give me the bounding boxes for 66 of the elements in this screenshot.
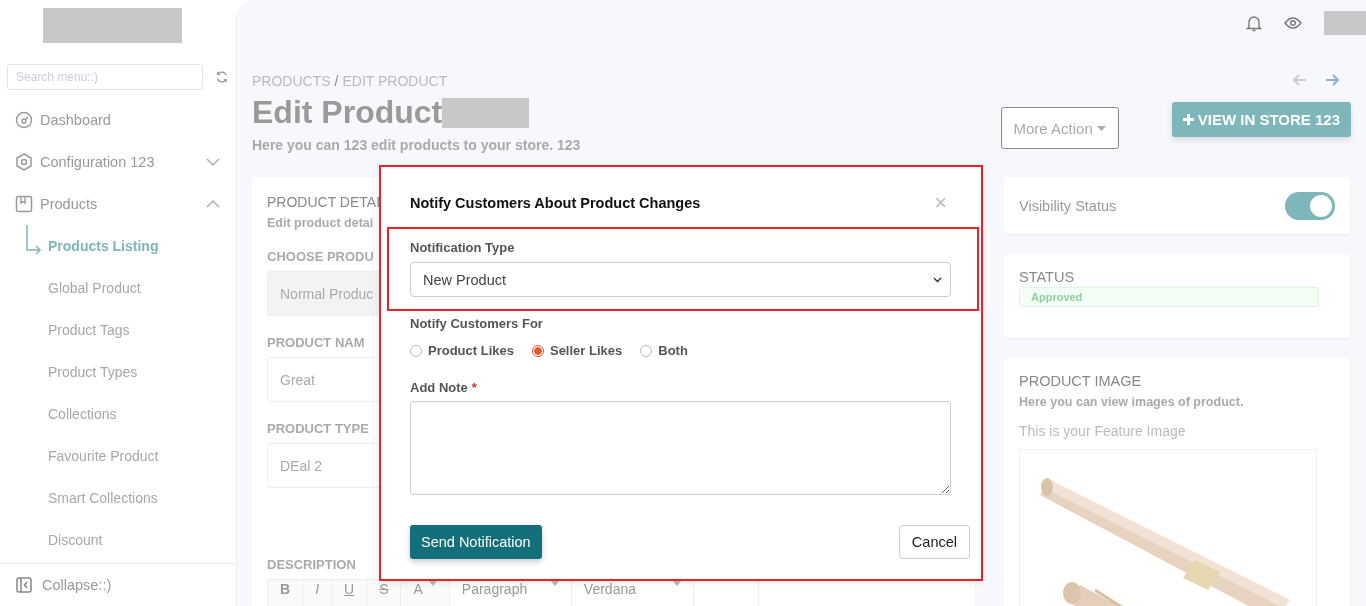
section-title: PRODUCT IMAGE [1019,373,1143,389]
breadcrumb-link[interactable]: PRODUCTS [252,73,331,89]
image-caption: This is your Feature Image [1019,423,1187,439]
back-arrow-icon[interactable] [1293,74,1307,86]
redacted-block [1324,10,1366,35]
field-label: DESCRIPTION [267,557,356,572]
nav-item[interactable]: Dashboard [0,99,236,141]
field-label: Notification Type [410,240,516,255]
submenu-item[interactable]: Products Listing [0,225,236,267]
field-label: Add Note [410,380,468,395]
radio-option[interactable]: Seller Likes [531,343,623,358]
caret-icon [550,581,559,586]
bookmark-icon [15,195,33,213]
submenu-item[interactable]: Smart Collections [0,477,236,519]
view-in-store-button[interactable]: VIEW IN STORE 123 [1171,102,1351,137]
nav-item[interactable]: Products [0,183,236,225]
submenu-item[interactable]: Collections [0,393,236,435]
field-label: PRODUCT TYPE [267,421,369,436]
toolbar-button[interactable]: B [268,580,304,606]
radio-option[interactable]: Product Likes [410,343,514,358]
plus-icon [1182,114,1194,125]
note-textarea[interactable] [410,401,951,495]
radio-option[interactable]: Both [640,343,688,358]
section-title: STATUS [1019,269,1076,285]
bell-icon[interactable] [1246,13,1262,32]
required-mark: * [471,380,477,395]
send-notification-button[interactable]: Send Notification [410,525,542,559]
page-subtitle: Here you can 123 edit products to your store. 123 [252,137,581,153]
breadcrumb-current: EDIT PRODUCT [342,73,448,89]
close-button[interactable]: × [934,194,947,212]
breadcrumb-separator: / [334,73,339,89]
caret-icon [1096,125,1106,131]
field-label: Notify Customers For [410,316,544,331]
visibility-label: Visibility Status [1019,197,1117,214]
toolbar-button[interactable]: U [332,580,368,606]
dialog-title: Notify Customers About Product Changes [410,195,701,211]
section-subtitle: Edit product detai [267,216,374,230]
notification-type-select[interactable]: New Product [410,262,951,297]
section-subtitle: Here you can view images of product. [1019,395,1244,409]
hexagon-icon [15,153,33,171]
refresh-icon[interactable] [215,70,229,84]
submenu-item[interactable]: Product Types [0,351,236,393]
submenu-item[interactable]: Favourite Product [0,435,236,477]
toolbar-button[interactable]: I [303,580,332,606]
page-title: Edit Product [252,94,443,131]
caret-icon [672,581,681,586]
cancel-button[interactable]: Cancel [898,525,970,559]
status-badge: Approved [1019,287,1319,307]
nav-item[interactable]: Configuration 123 [0,141,236,183]
field-label: PRODUCT NAM [267,335,365,350]
section-title: PRODUCT DETAI [267,194,381,210]
submenu-item[interactable]: Global Product [0,267,236,309]
eye-icon[interactable] [1284,15,1302,30]
submenu-item[interactable]: Product Tags [0,309,236,351]
toolbar-button[interactable]: S [367,580,402,606]
caret-icon [428,581,437,586]
branch-arrow-icon [24,225,44,257]
field-label: CHOOSE PRODU [267,249,374,264]
submenu-item[interactable]: Discount [0,519,236,561]
chevron-icon [933,276,942,283]
forward-arrow-icon[interactable] [1325,74,1339,86]
toggle-switch[interactable] [1285,191,1335,220]
gauge-icon [15,111,33,129]
collapse-icon [16,577,32,593]
more-action-dropdown[interactable]: More Action [1000,107,1119,149]
toolbar-button[interactable]: A [401,580,450,606]
